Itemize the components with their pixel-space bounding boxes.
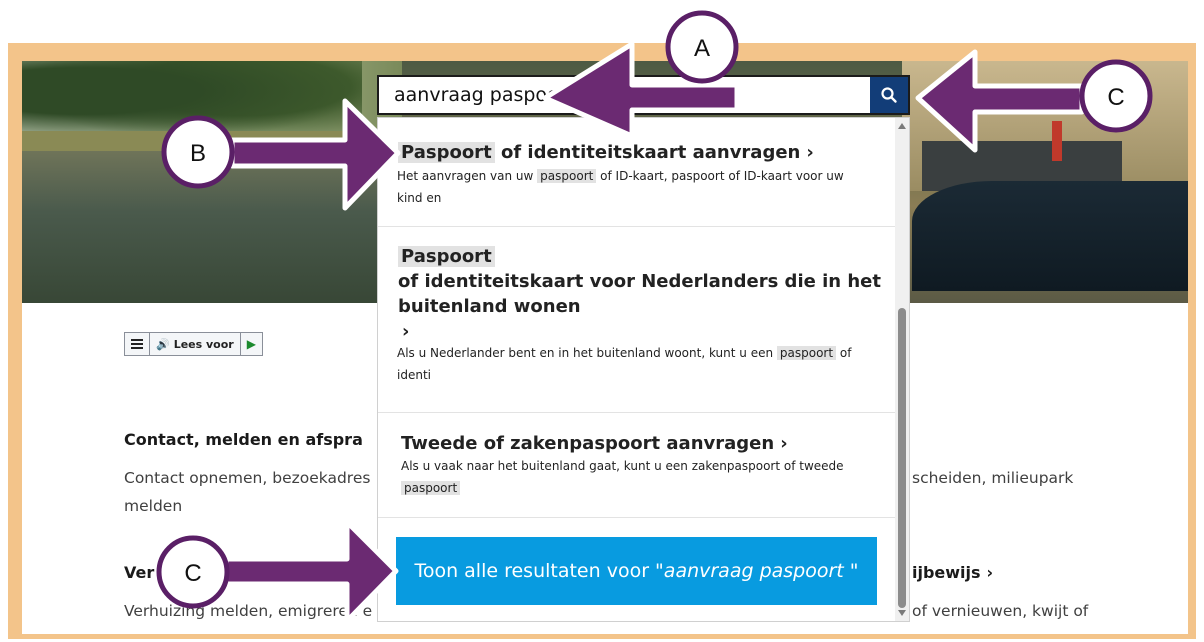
search-box <box>377 75 910 115</box>
section-text-contact-right: scheiden, milieupark <box>912 469 1074 487</box>
read-aloud-toolbar: 🔊 Lees voor ▶ <box>124 332 263 356</box>
search-result-3[interactable]: Tweede of zakenpaspoort aanvragen › Als u… <box>378 413 895 518</box>
section-text-rijbewijs-right: of vernieuwen, kwijt of <box>912 602 1089 620</box>
result-title-line2: of identiteitskaart voor Nederlanders di… <box>398 271 881 292</box>
result-desc-line2: identi <box>397 368 431 382</box>
result-desc-after: of ID-kaart, paspoort of ID-kaart voor u… <box>600 169 844 183</box>
scrollbar-thumb[interactable] <box>898 308 906 608</box>
show-all-suffix: " <box>843 560 859 582</box>
chevron-right-icon: › <box>806 142 814 163</box>
search-input[interactable] <box>379 77 874 113</box>
read-aloud-play-button[interactable]: ▶ <box>241 333 262 355</box>
result-desc-before: Het aanvragen van uw <box>397 169 534 183</box>
section-heading-rijbewijs[interactable]: ijbewijs › <box>912 563 993 582</box>
search-result-description: Het aanvragen van uw paspoort of ID-kaar… <box>397 165 844 209</box>
result-desc-after: of <box>839 346 852 360</box>
section-text-contact-left: Contact opnemen, bezoekadres <box>124 469 371 487</box>
read-aloud-menu-button[interactable] <box>125 333 150 355</box>
section-heading-contact[interactable]: Contact, melden en afspra <box>124 430 363 449</box>
result-desc-highlight: paspoort <box>401 481 461 495</box>
result-title-rest: of identiteitskaart aanvragen <box>500 142 801 163</box>
hero-flag <box>1052 121 1062 161</box>
chevron-right-icon: › <box>986 563 994 582</box>
search-result-title: Paspoort of identiteitskaart voor Nederl… <box>398 244 881 344</box>
hero-canal <box>22 151 382 303</box>
play-icon: ▶ <box>246 337 256 351</box>
read-aloud-label: Lees voor <box>173 337 234 351</box>
section-heading-rijbewijs-label: ijbewijs <box>912 563 981 582</box>
read-aloud-button[interactable]: 🔊 Lees voor <box>150 333 241 355</box>
search-result-2[interactable]: Paspoort of identiteitskaart voor Nederl… <box>378 227 895 413</box>
show-all-prefix: Toon alle resultaten voor " <box>414 560 664 582</box>
section-text-verhuizen-left: Verhuizing melden, emigreren e <box>124 602 373 620</box>
result-desc-line2: kind en <box>397 191 442 205</box>
scroll-up-arrow-icon[interactable] <box>898 123 906 129</box>
speaker-icon: 🔊 <box>156 337 170 351</box>
result-desc-line1: Als u vaak naar het buitenland gaat, kun… <box>401 459 844 473</box>
menu-icon <box>131 337 143 351</box>
search-result-title: Tweede of zakenpaspoort aanvragen › <box>401 431 788 456</box>
hero-boat <box>912 181 1188 291</box>
dropdown-scrollbar[interactable] <box>895 118 909 621</box>
search-result-title: Paspoort of identiteitskaart aanvragen › <box>398 140 814 165</box>
chevron-right-icon: › <box>780 433 788 454</box>
search-button[interactable] <box>870 77 908 113</box>
chevron-right-icon: › <box>402 321 410 342</box>
result-title: Tweede of zakenpaspoort aanvragen <box>401 433 775 454</box>
search-result-description: Als u Nederlander bent en in het buitenl… <box>397 342 851 386</box>
scroll-down-arrow-icon[interactable] <box>898 610 906 616</box>
search-result-description: Als u vaak naar het buitenland gaat, kun… <box>401 455 844 499</box>
show-all-results-button[interactable]: Toon alle resultaten voor "aanvraag pasp… <box>396 537 877 605</box>
search-result-1[interactable]: Paspoort of identiteitskaart aanvragen › … <box>378 118 895 227</box>
result-desc-before: Als u Nederlander bent en in het buitenl… <box>397 346 774 360</box>
search-icon <box>881 87 897 103</box>
result-title-highlight: Paspoort <box>398 142 495 163</box>
section-heading-verhuizen[interactable]: Ver <box>124 563 154 582</box>
section-text-contact-line2: melden <box>124 497 183 515</box>
result-desc-highlight: paspoort <box>537 169 597 183</box>
show-all-query: aanvraag paspoort <box>663 560 844 582</box>
search-suggestions-dropdown: Paspoort of identiteitskaart aanvragen › … <box>377 117 910 622</box>
result-title-highlight: Paspoort <box>398 246 495 267</box>
result-desc-highlight: paspoort <box>776 346 837 360</box>
result-title-line3: buitenland wonen <box>398 296 581 317</box>
